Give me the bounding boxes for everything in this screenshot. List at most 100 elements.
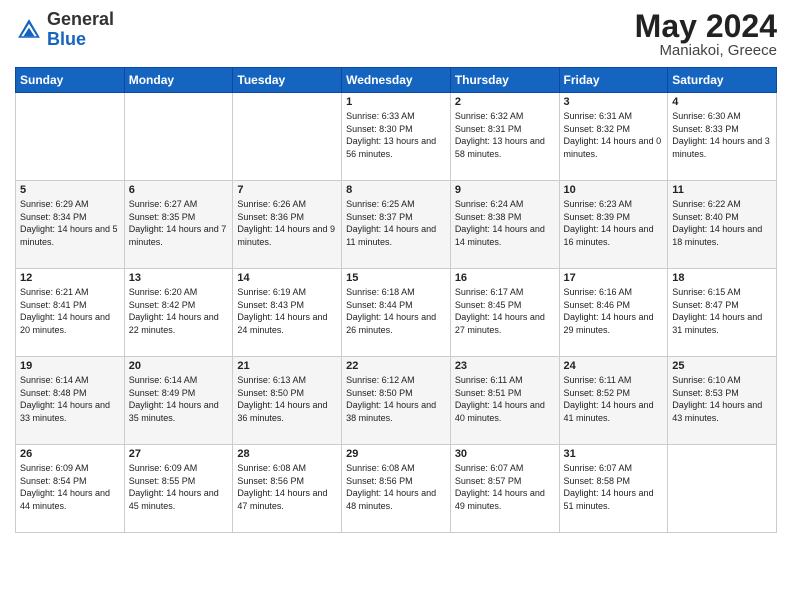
- table-row: [233, 93, 342, 181]
- table-row: 24 Sunrise: 6:11 AM Sunset: 8:52 PM Dayl…: [559, 357, 668, 445]
- header-sunday: Sunday: [16, 68, 125, 93]
- header-thursday: Thursday: [450, 68, 559, 93]
- day-number: 29: [346, 448, 446, 460]
- header-saturday: Saturday: [668, 68, 777, 93]
- day-info: Sunrise: 6:20 AM Sunset: 8:42 PM Dayligh…: [129, 286, 229, 336]
- table-row: 4 Sunrise: 6:30 AM Sunset: 8:33 PM Dayli…: [668, 93, 777, 181]
- day-number: 10: [564, 184, 664, 196]
- table-row: [16, 93, 125, 181]
- day-number: 2: [455, 96, 555, 108]
- day-number: 18: [672, 272, 772, 284]
- day-number: 25: [672, 360, 772, 372]
- day-number: 13: [129, 272, 229, 284]
- day-number: 4: [672, 96, 772, 108]
- header-friday: Friday: [559, 68, 668, 93]
- day-number: 3: [564, 96, 664, 108]
- logo-blue-text: Blue: [47, 29, 86, 49]
- day-info: Sunrise: 6:18 AM Sunset: 8:44 PM Dayligh…: [346, 286, 446, 336]
- day-info: Sunrise: 6:26 AM Sunset: 8:36 PM Dayligh…: [237, 198, 337, 248]
- table-row: 2 Sunrise: 6:32 AM Sunset: 8:31 PM Dayli…: [450, 93, 559, 181]
- day-info: Sunrise: 6:11 AM Sunset: 8:51 PM Dayligh…: [455, 374, 555, 424]
- table-row: 20 Sunrise: 6:14 AM Sunset: 8:49 PM Dayl…: [124, 357, 233, 445]
- day-number: 8: [346, 184, 446, 196]
- header-wednesday: Wednesday: [342, 68, 451, 93]
- day-info: Sunrise: 6:24 AM Sunset: 8:38 PM Dayligh…: [455, 198, 555, 248]
- title-location: Maniakoi, Greece: [635, 42, 777, 59]
- header-tuesday: Tuesday: [233, 68, 342, 93]
- table-row: 10 Sunrise: 6:23 AM Sunset: 8:39 PM Dayl…: [559, 181, 668, 269]
- calendar-week-row: 1 Sunrise: 6:33 AM Sunset: 8:30 PM Dayli…: [16, 93, 777, 181]
- table-row: [124, 93, 233, 181]
- day-info: Sunrise: 6:17 AM Sunset: 8:45 PM Dayligh…: [455, 286, 555, 336]
- day-number: 6: [129, 184, 229, 196]
- day-info: Sunrise: 6:15 AM Sunset: 8:47 PM Dayligh…: [672, 286, 772, 336]
- day-number: 28: [237, 448, 337, 460]
- table-row: 18 Sunrise: 6:15 AM Sunset: 8:47 PM Dayl…: [668, 269, 777, 357]
- day-number: 14: [237, 272, 337, 284]
- table-row: 13 Sunrise: 6:20 AM Sunset: 8:42 PM Dayl…: [124, 269, 233, 357]
- day-info: Sunrise: 6:30 AM Sunset: 8:33 PM Dayligh…: [672, 110, 772, 160]
- calendar-week-row: 12 Sunrise: 6:21 AM Sunset: 8:41 PM Dayl…: [16, 269, 777, 357]
- table-row: 31 Sunrise: 6:07 AM Sunset: 8:58 PM Dayl…: [559, 445, 668, 533]
- day-info: Sunrise: 6:29 AM Sunset: 8:34 PM Dayligh…: [20, 198, 120, 248]
- day-info: Sunrise: 6:27 AM Sunset: 8:35 PM Dayligh…: [129, 198, 229, 248]
- day-number: 19: [20, 360, 120, 372]
- table-row: 9 Sunrise: 6:24 AM Sunset: 8:38 PM Dayli…: [450, 181, 559, 269]
- day-number: 1: [346, 96, 446, 108]
- day-number: 27: [129, 448, 229, 460]
- day-number: 9: [455, 184, 555, 196]
- header-monday: Monday: [124, 68, 233, 93]
- day-info: Sunrise: 6:08 AM Sunset: 8:56 PM Dayligh…: [346, 462, 446, 512]
- day-info: Sunrise: 6:09 AM Sunset: 8:54 PM Dayligh…: [20, 462, 120, 512]
- day-info: Sunrise: 6:14 AM Sunset: 8:48 PM Dayligh…: [20, 374, 120, 424]
- day-number: 5: [20, 184, 120, 196]
- header: General Blue May 2024 Maniakoi, Greece: [15, 10, 777, 59]
- page: General Blue May 2024 Maniakoi, Greece S…: [0, 0, 792, 612]
- day-info: Sunrise: 6:10 AM Sunset: 8:53 PM Dayligh…: [672, 374, 772, 424]
- day-number: 20: [129, 360, 229, 372]
- table-row: 26 Sunrise: 6:09 AM Sunset: 8:54 PM Dayl…: [16, 445, 125, 533]
- table-row: 22 Sunrise: 6:12 AM Sunset: 8:50 PM Dayl…: [342, 357, 451, 445]
- title-month: May 2024: [635, 10, 777, 42]
- table-row: 11 Sunrise: 6:22 AM Sunset: 8:40 PM Dayl…: [668, 181, 777, 269]
- day-info: Sunrise: 6:31 AM Sunset: 8:32 PM Dayligh…: [564, 110, 664, 160]
- day-number: 22: [346, 360, 446, 372]
- day-info: Sunrise: 6:23 AM Sunset: 8:39 PM Dayligh…: [564, 198, 664, 248]
- table-row: 8 Sunrise: 6:25 AM Sunset: 8:37 PM Dayli…: [342, 181, 451, 269]
- day-info: Sunrise: 6:07 AM Sunset: 8:58 PM Dayligh…: [564, 462, 664, 512]
- table-row: 30 Sunrise: 6:07 AM Sunset: 8:57 PM Dayl…: [450, 445, 559, 533]
- table-row: 19 Sunrise: 6:14 AM Sunset: 8:48 PM Dayl…: [16, 357, 125, 445]
- table-row: 6 Sunrise: 6:27 AM Sunset: 8:35 PM Dayli…: [124, 181, 233, 269]
- table-row: 27 Sunrise: 6:09 AM Sunset: 8:55 PM Dayl…: [124, 445, 233, 533]
- day-info: Sunrise: 6:09 AM Sunset: 8:55 PM Dayligh…: [129, 462, 229, 512]
- table-row: 17 Sunrise: 6:16 AM Sunset: 8:46 PM Dayl…: [559, 269, 668, 357]
- table-row: 1 Sunrise: 6:33 AM Sunset: 8:30 PM Dayli…: [342, 93, 451, 181]
- table-row: 12 Sunrise: 6:21 AM Sunset: 8:41 PM Dayl…: [16, 269, 125, 357]
- day-number: 11: [672, 184, 772, 196]
- day-info: Sunrise: 6:13 AM Sunset: 8:50 PM Dayligh…: [237, 374, 337, 424]
- day-number: 17: [564, 272, 664, 284]
- table-row: 16 Sunrise: 6:17 AM Sunset: 8:45 PM Dayl…: [450, 269, 559, 357]
- logo: General Blue: [15, 10, 114, 50]
- day-number: 24: [564, 360, 664, 372]
- day-number: 23: [455, 360, 555, 372]
- table-row: 21 Sunrise: 6:13 AM Sunset: 8:50 PM Dayl…: [233, 357, 342, 445]
- day-number: 30: [455, 448, 555, 460]
- day-info: Sunrise: 6:33 AM Sunset: 8:30 PM Dayligh…: [346, 110, 446, 160]
- table-row: 7 Sunrise: 6:26 AM Sunset: 8:36 PM Dayli…: [233, 181, 342, 269]
- calendar-week-row: 5 Sunrise: 6:29 AM Sunset: 8:34 PM Dayli…: [16, 181, 777, 269]
- day-info: Sunrise: 6:11 AM Sunset: 8:52 PM Dayligh…: [564, 374, 664, 424]
- calendar-week-row: 26 Sunrise: 6:09 AM Sunset: 8:54 PM Dayl…: [16, 445, 777, 533]
- day-info: Sunrise: 6:22 AM Sunset: 8:40 PM Dayligh…: [672, 198, 772, 248]
- day-number: 26: [20, 448, 120, 460]
- day-info: Sunrise: 6:19 AM Sunset: 8:43 PM Dayligh…: [237, 286, 337, 336]
- table-row: 14 Sunrise: 6:19 AM Sunset: 8:43 PM Dayl…: [233, 269, 342, 357]
- day-info: Sunrise: 6:32 AM Sunset: 8:31 PM Dayligh…: [455, 110, 555, 160]
- day-number: 21: [237, 360, 337, 372]
- logo-text: General Blue: [47, 10, 114, 50]
- table-row: 23 Sunrise: 6:11 AM Sunset: 8:51 PM Dayl…: [450, 357, 559, 445]
- day-info: Sunrise: 6:16 AM Sunset: 8:46 PM Dayligh…: [564, 286, 664, 336]
- day-number: 12: [20, 272, 120, 284]
- table-row: 5 Sunrise: 6:29 AM Sunset: 8:34 PM Dayli…: [16, 181, 125, 269]
- logo-general-text: General: [47, 9, 114, 29]
